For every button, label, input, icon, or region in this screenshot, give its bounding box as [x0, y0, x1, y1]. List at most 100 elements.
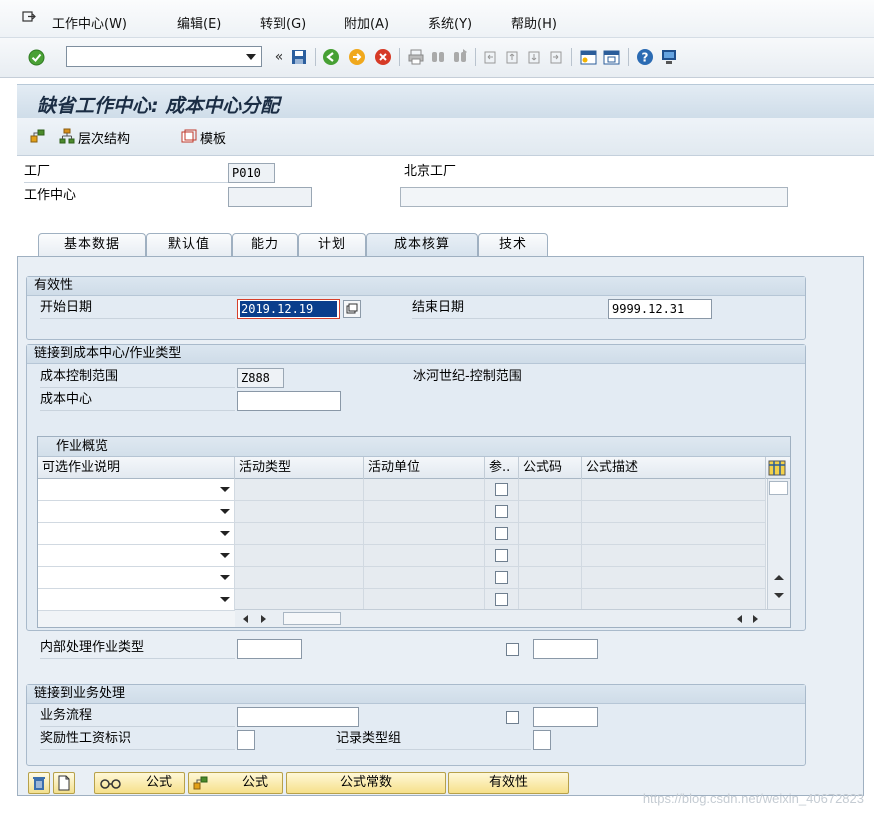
business-process-checkbox[interactable] [506, 711, 519, 724]
reference-checkbox[interactable] [495, 483, 508, 496]
select-all-button[interactable] [769, 481, 788, 495]
cost-center-field[interactable] [237, 391, 341, 411]
internal-processing-checkbox[interactable] [506, 643, 519, 656]
chevron-down-icon[interactable] [220, 597, 230, 602]
start-date-field[interactable]: 2019.12.19 [237, 299, 340, 319]
col-activity-unit[interactable]: 活动单位 [364, 457, 485, 479]
print-icon[interactable] [407, 48, 425, 66]
vertical-scrollbar[interactable] [767, 479, 790, 610]
incentive-wage-field[interactable] [237, 730, 255, 750]
reference-checkbox[interactable] [495, 505, 508, 518]
formula-button-1[interactable]: 公式 [94, 772, 185, 794]
scroll-right-icon[interactable] [753, 615, 758, 623]
prev-page-icon[interactable] [503, 48, 521, 66]
reference-checkbox[interactable] [495, 527, 508, 540]
formula-button-2[interactable]: 公式 [188, 772, 283, 794]
scroll-up-icon[interactable] [774, 575, 784, 580]
col-reference[interactable]: 参.. [485, 457, 519, 479]
tab-technical-data[interactable]: 技术 [478, 233, 548, 257]
chevron-down-icon[interactable] [220, 487, 230, 492]
activity-description-cell[interactable] [38, 501, 235, 522]
activity-description-cell[interactable] [38, 589, 235, 610]
menu-workcenter[interactable]: 工作中心(W) [52, 13, 127, 32]
menu-exit-icon[interactable] [22, 10, 36, 24]
col-formula-description[interactable]: 公式描述 [582, 457, 766, 479]
check-icon[interactable] [27, 48, 45, 66]
table-row[interactable] [38, 545, 766, 567]
find-icon[interactable] [429, 48, 447, 66]
next-page-icon[interactable] [525, 48, 543, 66]
activity-unit-cell [364, 501, 485, 522]
delete-button[interactable] [28, 772, 50, 794]
internal-processing-field[interactable] [237, 639, 302, 659]
activity-unit-cell [364, 545, 485, 566]
menu-help[interactable]: 帮助(H) [511, 13, 557, 32]
other-workcenter-icon[interactable] [30, 128, 46, 144]
hierarchy-icon[interactable] [59, 128, 75, 144]
menu-system[interactable]: 系统(Y) [428, 13, 472, 32]
reference-checkbox[interactable] [495, 593, 508, 606]
tab-capacities[interactable]: 能力 [232, 233, 298, 257]
activity-description-cell[interactable] [38, 545, 235, 566]
validity-button[interactable]: 有效性 [448, 772, 569, 794]
chevron-down-icon[interactable] [220, 509, 230, 514]
tab-scheduling[interactable]: 计划 [298, 233, 366, 257]
template-button[interactable]: 模板 [200, 128, 226, 147]
hierarchy-button[interactable]: 层次结构 [78, 128, 130, 147]
menu-edit[interactable]: 编辑(E) [177, 13, 221, 32]
validity-group-title: 有效性 [27, 277, 805, 296]
tab-basic-data[interactable]: 基本数据 [38, 233, 146, 257]
record-type-group-field[interactable] [533, 730, 551, 750]
date-picker-button[interactable] [343, 300, 361, 318]
table-row[interactable] [38, 479, 766, 501]
tab-default-values[interactable]: 默认值 [146, 233, 232, 257]
activity-description-cell[interactable] [38, 479, 235, 500]
business-process-extra-field[interactable] [533, 707, 598, 727]
table-row[interactable] [38, 589, 766, 611]
reference-checkbox[interactable] [495, 571, 508, 584]
scroll-thumb[interactable] [283, 612, 341, 625]
scroll-down-icon[interactable] [774, 593, 784, 598]
col-activity-type[interactable]: 活动类型 [235, 457, 364, 479]
new-entry-button[interactable] [53, 772, 75, 794]
reference-checkbox[interactable] [495, 549, 508, 562]
table-row[interactable] [38, 567, 766, 589]
help-icon[interactable]: ? [636, 48, 654, 66]
tab-costing[interactable]: 成本核算 [366, 233, 478, 257]
horizontal-scrollbar[interactable] [235, 609, 790, 627]
chevron-down-icon[interactable] [220, 531, 230, 536]
scroll-left-icon[interactable] [737, 615, 742, 623]
end-date-field[interactable]: 9999.12.31 [608, 299, 712, 319]
formula-constants-button[interactable]: 公式常数 [286, 772, 446, 794]
new-session-icon[interactable] [579, 48, 597, 66]
activity-description-cell[interactable] [38, 523, 235, 544]
internal-processing-extra-field[interactable] [533, 639, 598, 659]
chevron-down-icon[interactable] [246, 54, 256, 60]
layout-icon[interactable] [660, 48, 678, 66]
command-field[interactable] [66, 46, 262, 67]
chevron-down-icon[interactable] [220, 575, 230, 580]
find-next-icon[interactable] [451, 48, 469, 66]
chevron-down-icon[interactable] [220, 553, 230, 558]
exit-icon[interactable] [348, 48, 366, 66]
formula-description-cell [582, 501, 766, 522]
save-icon[interactable] [290, 48, 308, 66]
table-settings-icon[interactable] [768, 460, 786, 476]
menu-extras[interactable]: 附加(A) [344, 13, 389, 32]
shortcut-icon[interactable] [602, 48, 620, 66]
first-page-icon[interactable] [481, 48, 499, 66]
scroll-right-icon[interactable] [261, 615, 266, 623]
scroll-left-icon[interactable] [243, 615, 248, 623]
green-back-icon[interactable] [322, 48, 340, 66]
menu-goto[interactable]: 转到(G) [260, 13, 306, 32]
cancel-icon[interactable] [374, 48, 392, 66]
activity-description-cell[interactable] [38, 567, 235, 588]
col-activity-description[interactable]: 可选作业说明 [38, 457, 235, 479]
template-icon[interactable] [181, 129, 197, 144]
col-formula-key[interactable]: 公式码 [519, 457, 582, 479]
table-row[interactable] [38, 523, 766, 545]
back-arrows-icon[interactable]: « [270, 48, 288, 66]
last-page-icon[interactable] [547, 48, 565, 66]
table-row[interactable] [38, 501, 766, 523]
business-process-field[interactable] [237, 707, 359, 727]
